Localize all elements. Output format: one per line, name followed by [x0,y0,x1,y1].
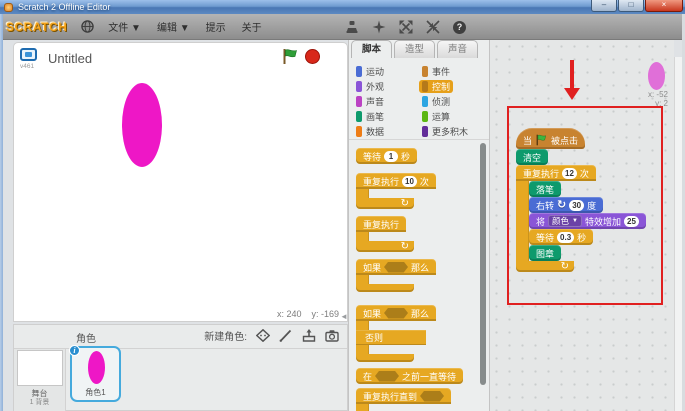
stop-icon[interactable] [305,49,320,64]
panel-collapse-arrow[interactable]: ◄ [340,312,348,321]
palette-block-list: 等待 1 秒 重复执行 10 次 ↻ 重复执行 ↻ 如果 那么 如果 那么 否则… [356,148,464,411]
condition-slot[interactable] [384,307,409,319]
category-operators[interactable]: 运算 [419,110,453,123]
upload-sprite-icon[interactable] [302,329,316,342]
scripts-scrollbar-track[interactable] [674,57,682,411]
more-blocks-swatch [422,126,428,137]
window-title: Scratch 2 Offline Editor [18,2,111,12]
stage-thumbnail[interactable] [17,350,63,386]
stage-panel: v461 Untitled x: 240 y: -169 [13,42,348,322]
sprites-header-label: 角色 [76,334,96,345]
camera-icon[interactable] [325,329,339,342]
category-sensing[interactable]: 侦测 [419,95,453,108]
category-data[interactable]: 数据 [353,125,387,138]
menu-file[interactable]: 文件 ▼ [108,19,141,34]
category-selector: 运动 外观 声音 画笔 数据 事件 控制 侦测 运算 更多积木 [349,59,489,140]
palette-block-repeat-until[interactable]: 重复执行直到 ↻ [356,388,452,411]
palette-block-repeat[interactable]: 重复执行 10 次 ↻ [356,173,436,209]
editor-tabs: 脚本 造型 声音 [351,40,479,58]
tab-sounds[interactable]: 声音 [437,40,479,58]
repeat-count-input[interactable]: 10 [402,175,417,187]
palette-scrollbar[interactable] [480,143,486,385]
loop-arrow-icon: ↻ [400,197,409,209]
category-events[interactable]: 事件 [419,65,453,78]
sprite-panel-header: 角色 新建角色: [14,325,347,349]
data-swatch [356,126,362,137]
palette-block-wait-until[interactable]: 在 之前一直等待 [356,368,464,384]
app-icon [4,2,13,12]
stage-sprite-ellipse[interactable] [122,83,162,167]
category-looks[interactable]: 外观 [353,80,387,93]
condition-slot[interactable] [384,261,409,273]
fullscreen-icon[interactable] [20,48,37,61]
control-swatch [422,81,428,92]
close-button[interactable]: × [645,0,683,12]
mouse-x: x: 240 [276,309,302,319]
version-label: v461 [20,63,35,70]
menu-tips[interactable]: 提示 [206,19,226,34]
scratch-logo: SCRATCH [6,19,68,34]
paintbrush-icon[interactable] [279,329,293,342]
mouse-position: x: 240 y: -169 [277,309,339,319]
palette-block-if[interactable]: 如果 那么 [356,259,437,292]
stage-selector-column: 舞台 1 背景 [14,349,66,411]
category-motion[interactable]: 运动 [353,65,387,78]
language-globe-icon[interactable] [81,20,95,33]
sprite-library-icon[interactable] [256,329,270,342]
delete-icon[interactable] [372,20,386,34]
category-more-blocks[interactable]: 更多积木 [419,125,471,138]
category-pen[interactable]: 画笔 [353,110,387,123]
stage-backdrop-count: 1 背景 [29,399,50,406]
palette-block-forever[interactable]: 重复执行 ↻ [356,216,414,252]
condition-slot[interactable] [420,390,445,402]
palette-block-wait[interactable]: 等待 1 秒 [356,148,418,164]
palette-block-if-else[interactable]: 如果 那么 否则 [356,305,437,362]
operators-swatch [422,111,428,122]
sprite-panel: 角色 新建角色: 舞台 1 背景 i 角色1 [13,324,348,411]
duplicate-stamp-icon[interactable] [345,20,359,34]
title-bar: Scratch 2 Offline Editor – □ × [0,0,685,14]
motion-swatch [356,66,362,77]
loop-arrow-icon: ↻ [400,240,409,252]
minimize-button[interactable]: – [591,0,617,12]
category-sound[interactable]: 声音 [353,95,387,108]
sprite-thumbnail [88,351,105,384]
sound-swatch [356,96,362,107]
condition-slot[interactable] [375,370,400,382]
category-control[interactable]: 控制 [419,80,454,93]
shrink-icon[interactable] [426,20,440,34]
window-left-border [0,14,3,411]
project-title: Untitled [48,51,93,66]
looks-swatch [356,81,362,92]
sprite-info-icon[interactable]: i [69,345,80,356]
maximize-button[interactable]: □ [618,0,644,12]
new-sprite-label: 新建角色: [204,332,247,343]
menu-edit[interactable]: 编辑 ▼ [157,19,190,34]
sprite-card[interactable]: i 角色1 [69,345,121,402]
help-icon[interactable]: ? [453,20,466,34]
grow-icon[interactable] [399,20,413,34]
mouse-y: y: -169 [311,309,339,319]
tab-costumes[interactable]: 造型 [394,40,436,58]
pen-swatch [356,111,362,122]
sprite-x-readout: x: -52 [647,90,668,99]
sprite-name-label: 角色1 [85,388,106,397]
menu-bar: SCRATCH 文件 ▼ 编辑 ▼ 提示 关于 ? [0,14,685,40]
annotation-rectangle [507,106,663,305]
green-flag-icon[interactable] [282,48,299,65]
events-swatch [422,66,428,77]
tab-scripts[interactable]: 脚本 [351,40,393,58]
scratch-editor-window: Scratch 2 Offline Editor – □ × SCRATCH 文… [0,0,685,411]
annotation-arrow [561,60,583,106]
sensing-swatch [422,96,428,107]
menu-about[interactable]: 关于 [242,19,262,34]
wait-secs-input[interactable]: 1 [384,150,399,162]
sprite-preview-thumbnail [648,62,665,90]
blocks-palette: 脚本 造型 声音 运动 外观 声音 画笔 数据 事件 控制 侦测 运算 更多积木… [348,40,490,411]
